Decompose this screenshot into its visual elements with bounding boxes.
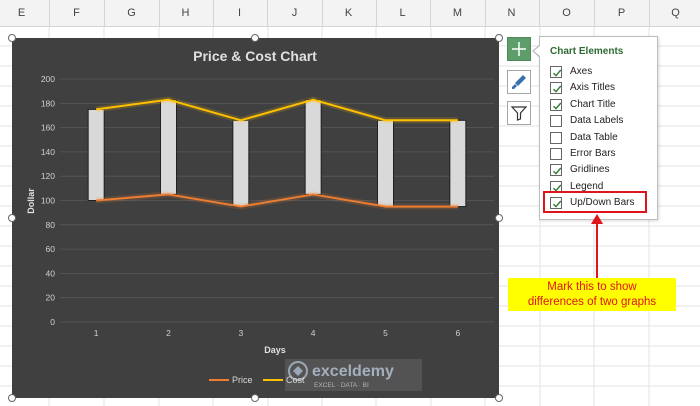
up-down-bar[interactable]	[449, 119, 467, 208]
up-down-bar[interactable]	[304, 99, 322, 195]
x-axis-title[interactable]: Days	[264, 345, 286, 355]
up-down-bar[interactable]	[232, 119, 250, 208]
column-header-g[interactable]: G	[105, 0, 160, 26]
chart-element-label: Gridlines	[570, 164, 610, 176]
brush-icon	[512, 75, 526, 89]
column-header-o[interactable]: O	[540, 0, 595, 26]
x-tick-label: 5	[383, 328, 388, 338]
column-header-i[interactable]: I	[213, 0, 268, 26]
filter-icon	[510, 106, 528, 121]
chart-title[interactable]: Price & Cost Chart	[193, 48, 317, 64]
checkbox[interactable]	[550, 82, 562, 95]
y-tick-label: 200	[41, 74, 55, 84]
chart-element-label: Axes	[570, 66, 593, 77]
x-tick-label: 6	[455, 328, 460, 338]
y-axis-title[interactable]: Dollar	[26, 188, 36, 214]
watermark-brand: exceldemy	[312, 363, 394, 380]
checkbox[interactable]	[550, 164, 562, 177]
resize-handle[interactable]	[8, 214, 16, 222]
up-down-bar[interactable]	[160, 99, 177, 195]
chart-element-label: Error Bars	[570, 148, 616, 159]
resize-handle[interactable]	[495, 394, 503, 402]
chart-element-label: Data Table	[570, 131, 618, 143]
y-tick-label: 20	[46, 293, 56, 303]
chart-element-label: Axis Titles	[570, 82, 616, 94]
legend-price-label: Price	[232, 375, 253, 385]
updown-bars-highlight-box	[543, 191, 647, 213]
y-tick-label: 60	[46, 244, 56, 254]
checkmark-icon	[553, 69, 562, 77]
resize-handle[interactable]	[8, 394, 16, 402]
y-tick-label: 0	[50, 317, 55, 327]
x-tick-label: 2	[166, 328, 171, 338]
resize-handle[interactable]	[495, 214, 503, 222]
y-tick-label: 120	[41, 171, 55, 181]
column-header-bar: EFGHIJKLMNOPQ	[0, 0, 700, 27]
checkbox[interactable]	[550, 66, 562, 78]
column-header-p[interactable]: P	[595, 0, 650, 26]
up-down-bar[interactable]	[87, 108, 105, 201]
column-header-k[interactable]: K	[322, 0, 377, 26]
column-header-q[interactable]: Q	[649, 0, 700, 26]
callout-line-1: Mark this to show	[547, 281, 637, 293]
checkbox[interactable]	[550, 148, 562, 160]
column-header-l[interactable]: L	[376, 0, 431, 26]
chart-area[interactable]	[12, 38, 499, 398]
chart-elements-button[interactable]	[507, 37, 531, 61]
chart-elements-title: Chart Elements	[550, 46, 624, 57]
checkbox[interactable]	[550, 115, 562, 128]
x-tick-label: 1	[94, 328, 99, 338]
checkbox[interactable]	[550, 131, 562, 144]
y-tick-label: 80	[46, 220, 56, 230]
column-header-n[interactable]: N	[485, 0, 540, 26]
resize-handle[interactable]	[8, 34, 16, 42]
callout-arrow	[591, 214, 603, 278]
chart-filters-button[interactable]	[507, 101, 531, 125]
checkmark-icon	[553, 167, 562, 176]
legend-cost-label: Cost	[286, 375, 305, 385]
column-header-h[interactable]: H	[159, 0, 214, 26]
chart-element-label: Data Labels	[570, 115, 624, 127]
y-tick-label: 40	[46, 268, 56, 278]
callout-line-2: differences of two graphs	[527, 296, 657, 308]
watermark-tagline: EXCEL · DATA · BI	[314, 382, 369, 389]
y-tick-label: 140	[41, 147, 55, 157]
y-tick-label: 100	[41, 196, 55, 206]
column-header-e[interactable]: E	[0, 0, 50, 26]
x-tick-label: 3	[238, 328, 243, 338]
plus-icon	[512, 42, 526, 56]
x-tick-label: 4	[311, 328, 316, 338]
up-down-bar[interactable]	[377, 119, 394, 208]
chart-styles-button[interactable]	[507, 70, 531, 94]
column-header-m[interactable]: M	[431, 0, 486, 26]
exceldemy-watermark: exceldemy EXCEL · DATA · BI	[285, 359, 422, 391]
chart-element-label: Chart Title	[570, 98, 616, 110]
panel-pointer-inner	[534, 45, 541, 57]
resize-handle[interactable]	[251, 394, 259, 402]
y-tick-label: 160	[41, 123, 55, 133]
resize-handle[interactable]	[251, 34, 259, 42]
resize-handle[interactable]	[495, 34, 503, 42]
checkmark-icon	[553, 85, 562, 94]
column-header-j[interactable]: J	[268, 0, 323, 26]
y-tick-label: 180	[41, 98, 55, 108]
price-cost-chart[interactable]: Price & Cost Chart 0 20 40 60 80 100 120 140 160…	[12, 38, 499, 398]
callout-note: Mark this to show differences of two gra…	[508, 278, 676, 311]
column-header-f[interactable]: F	[50, 0, 105, 26]
checkmark-icon	[553, 102, 562, 110]
checkbox[interactable]	[550, 98, 562, 111]
